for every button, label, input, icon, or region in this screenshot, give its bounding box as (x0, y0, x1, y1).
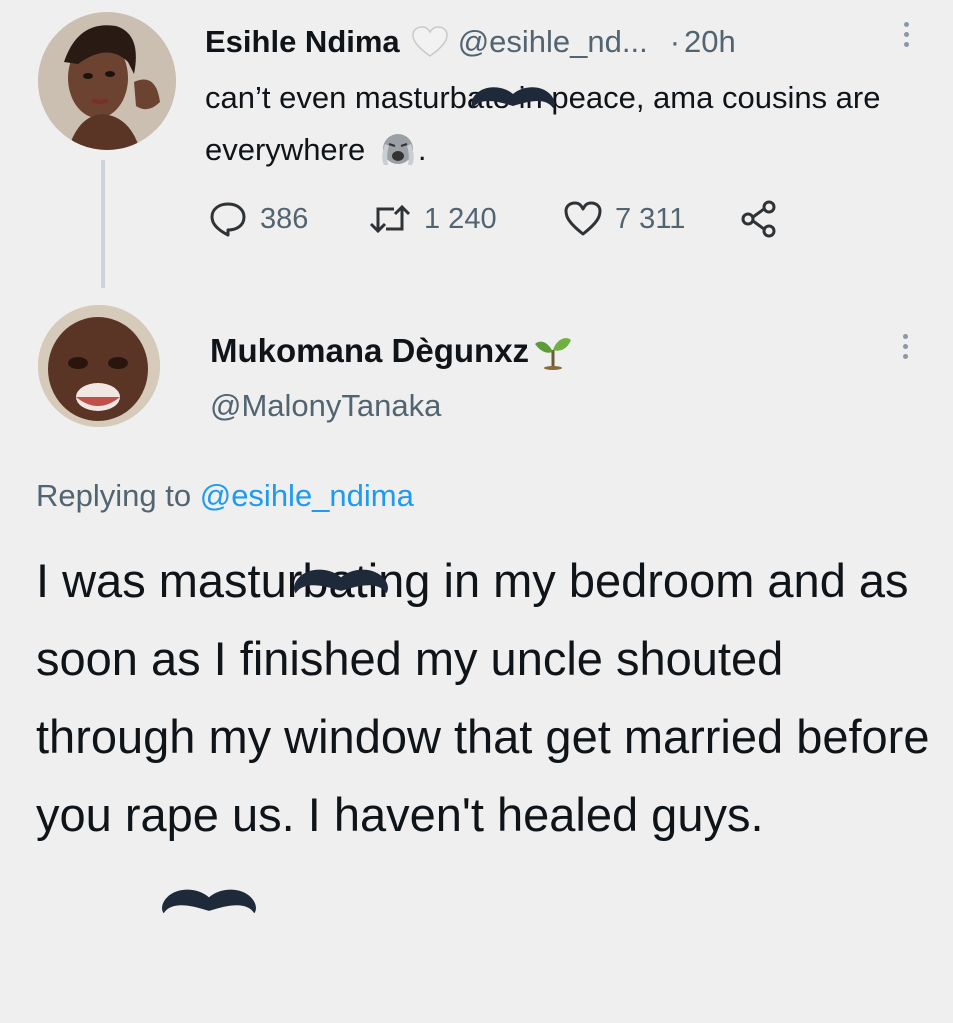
author-name-mukomana[interactable]: Mukomana Dègunxz (210, 330, 573, 370)
retweet-icon (368, 201, 412, 237)
replying-to-line: Replying to @esihle_ndima (36, 478, 414, 514)
like-button[interactable]: 7 311 (563, 201, 739, 237)
screenshot-page: Esihle Ndima @esihle_nd... · 20h can’t e… (0, 0, 953, 1023)
author-name-text: Mukomana Dègunxz (210, 332, 530, 369)
tweet-actions-bar: 386 1 240 7 311 (208, 196, 781, 242)
retweet-button[interactable]: 1 240 (368, 201, 563, 237)
white-heart-icon (411, 26, 448, 58)
author-name[interactable]: Esihle Ndima (205, 24, 400, 60)
author-handle[interactable]: @esihle_nd... (458, 24, 648, 60)
tweet-timestamp[interactable]: 20h (684, 24, 736, 60)
replying-to-handle-link[interactable]: @esihle_ndima (200, 478, 414, 513)
reply-count: 386 (260, 202, 309, 235)
loudly-crying-face-icon (378, 130, 418, 165)
replying-to-label: Replying to (36, 478, 192, 513)
tweet-esihle[interactable]: Esihle Ndima @esihle_nd... · 20h can’t e… (0, 0, 953, 300)
author-handle-mukomana[interactable]: @MalonyTanaka (210, 388, 441, 424)
seedling-icon (533, 330, 573, 370)
tweet-header: Esihle Ndima @esihle_nd... · 20h (205, 20, 736, 64)
reply-tweet-text: I was masturbating in my bedroom and as … (36, 554, 930, 841)
more-options-icon[interactable] (900, 334, 910, 359)
separator-dot: · (669, 24, 681, 59)
tweet-body-suffix: . (417, 132, 427, 167)
reply-icon (208, 200, 248, 238)
censor-mustache-icon (162, 889, 256, 914)
avatar-esihle[interactable] (38, 12, 176, 150)
censor-mustache-icon (471, 87, 555, 108)
retweet-count: 1 240 (424, 202, 497, 235)
share-button[interactable] (739, 199, 781, 239)
more-options-icon[interactable] (901, 22, 911, 47)
avatar-mukomana[interactable] (38, 305, 160, 427)
share-icon (739, 199, 781, 239)
heart-outline-icon (563, 201, 603, 237)
censor-mustache-icon (294, 569, 388, 594)
like-count: 7 311 (615, 202, 686, 235)
reply-button[interactable]: 386 (208, 200, 368, 238)
thread-connector-line (101, 160, 105, 288)
